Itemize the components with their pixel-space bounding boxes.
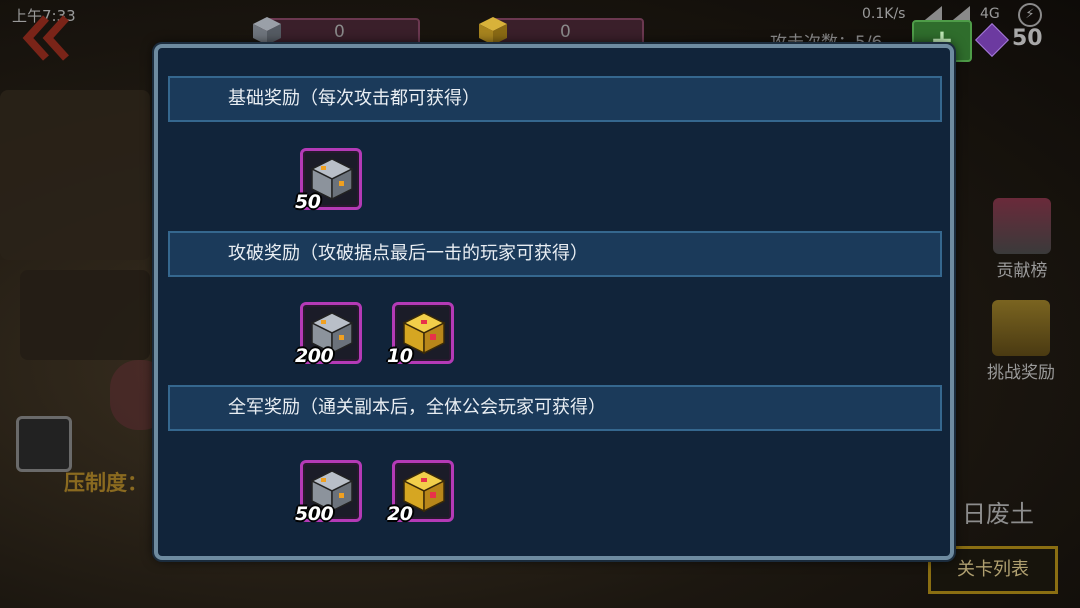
reward-quantity: 50 [295, 191, 321, 213]
silver-cube-icon [253, 17, 281, 45]
reward-quantity: 500 [295, 503, 334, 525]
status-speed: 0.1K/s [862, 6, 906, 22]
trophy-icon [993, 198, 1051, 254]
contribution-ranking-button[interactable]: 贡献榜 [982, 198, 1062, 281]
reward-item[interactable]: 200 [295, 302, 362, 367]
battery-icon: ⚡ [1018, 3, 1042, 27]
section-header-army: 全军奖励（通关副本后，全体公会玩家可获得） [168, 385, 942, 431]
reward-quantity: 200 [295, 345, 334, 367]
stage-name: 日废土 [962, 500, 1034, 528]
back-icon[interactable] [20, 14, 72, 62]
reward-item[interactable]: 500 [295, 460, 362, 525]
challenge-reward-button[interactable]: 挑战奖励 [976, 300, 1066, 383]
suppress-label: 压制度： [64, 471, 148, 495]
challenge-reward-label: 挑战奖励 [987, 363, 1055, 383]
status-network: 4G [980, 6, 1000, 22]
section-title: 全军奖励（通关副本后，全体公会玩家可获得） [228, 397, 606, 418]
resource-silver-value: 0 [334, 22, 345, 42]
gem-count: 50 [1012, 26, 1043, 51]
suppress-badge-icon [16, 416, 72, 472]
contribution-label: 贡献榜 [996, 261, 1048, 281]
reward-item[interactable]: 50 [295, 148, 362, 213]
section-header-breakthrough: 攻破奖励（攻破据点最后一击的玩家可获得） [168, 231, 942, 277]
reward-item[interactable]: 20 [387, 460, 454, 525]
section-title: 基础奖励（每次攻击都可获得） [228, 88, 480, 109]
reward-item[interactable]: 10 [387, 302, 454, 367]
scene-debris [20, 270, 150, 360]
treasure-chest-icon [992, 300, 1050, 356]
resource-gold-value: 0 [560, 22, 571, 42]
section-header-basic: 基础奖励（每次攻击都可获得） [168, 76, 942, 122]
reward-quantity: 20 [387, 503, 413, 525]
reward-info-dialog: 基础奖励（每次攻击都可获得） 50 攻破奖励（攻破据点最后一击的玩家可获得） 2… [154, 44, 954, 560]
scene-debris [0, 90, 150, 260]
gold-cube-icon [479, 17, 507, 45]
section-title: 攻破奖励（攻破据点最后一击的玩家可获得） [228, 243, 588, 264]
reward-quantity: 10 [387, 345, 413, 367]
